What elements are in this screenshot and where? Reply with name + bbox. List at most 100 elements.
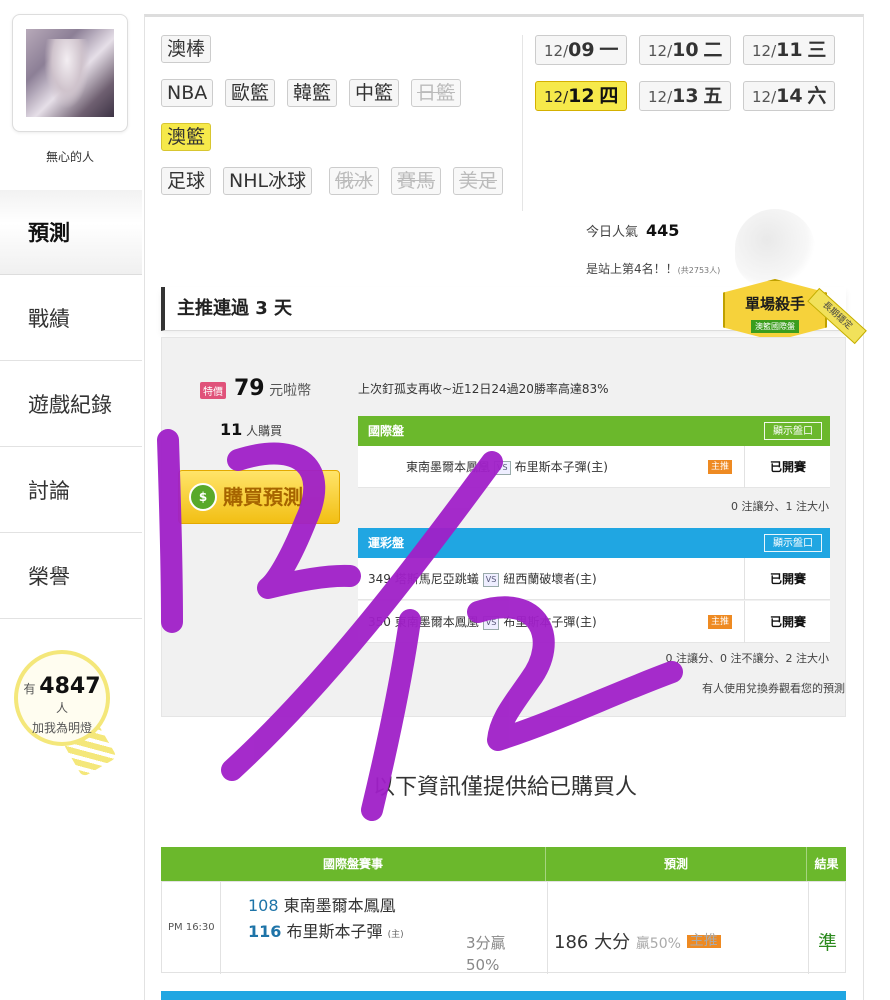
- date-tab-12-10[interactable]: 12/10 二: [639, 35, 732, 65]
- lamp-text: 加我為明燈: [31, 721, 92, 735]
- prediction-percent: 贏50%: [635, 936, 681, 952]
- sport-tag-soccer[interactable]: 足球: [161, 167, 212, 195]
- vs-icon: VS: [482, 616, 500, 630]
- sidebar: 無心的人 預測 戰績 遊戲紀錄 討論 榮譽 有 4847 人 加我為明燈: [0, 0, 142, 1000]
- match: 349 塔斯馬尼亞跳蟻 VS 紐西蘭破壞者(主): [368, 558, 597, 600]
- lamp-suffix: 人: [55, 701, 68, 715]
- vs-icon: VS: [494, 461, 511, 475]
- buy-button-label: 購買預測: [223, 485, 303, 509]
- lottery-table-title: 運彩盤: [368, 536, 405, 550]
- sport-tag-nhl[interactable]: NHL冰球: [223, 167, 313, 195]
- divider: [808, 882, 809, 974]
- date-weekday: 五: [703, 85, 723, 107]
- lamp-count-value: 4847: [39, 674, 101, 699]
- team-2-number: 116: [248, 922, 282, 941]
- date-month: 12/: [648, 42, 673, 60]
- user-name[interactable]: 無心的人: [0, 148, 140, 165]
- match-number: 349: [368, 572, 391, 586]
- buy-prediction-button[interactable]: $ 購買預測: [178, 470, 340, 524]
- table-row: PM 16:30 108 東南墨爾本鳳凰 116 布里斯本子彈 (主) 3分贏 …: [161, 881, 846, 974]
- team-1-number: 108: [248, 896, 279, 915]
- purchasers-only-notice: 以下資訊僅提供給已購買人: [372, 775, 637, 800]
- buyers-count: 11: [220, 420, 243, 439]
- special-price-tag: 特價: [200, 382, 226, 399]
- intl-note: 0 注讓分、1 注大小: [731, 500, 829, 513]
- date-month: 12/: [544, 42, 569, 60]
- spread-text: 3分贏: [466, 934, 506, 952]
- date-tab-12-11[interactable]: 12/11 三: [743, 35, 836, 65]
- intl-table-header: 國際盤 顯示盤口: [358, 416, 830, 446]
- home-team: 東南墨爾本鳳凰: [406, 460, 491, 474]
- match-time: PM 16:30: [168, 922, 215, 933]
- match: 350 東南墨爾本鳳凰 VS 布里斯本子彈(主): [368, 601, 597, 643]
- price: 79 元啦幣: [234, 376, 311, 401]
- date-tab-12-09[interactable]: 12/09 一: [535, 35, 628, 65]
- background-decoration: [735, 209, 815, 287]
- date-day: 11: [776, 39, 803, 61]
- date-tab-12-13[interactable]: 12/13 五: [639, 81, 732, 111]
- date-month: 12/: [648, 88, 673, 106]
- prediction-panel: 特價 79 元啦幣 11 人購買 $ 購買預測 上次釘孤支再收~近12日24過2…: [161, 337, 846, 717]
- main-pick-tag: 主推: [708, 460, 733, 474]
- coupon-note: 有人使用兌換券觀看您的預測: [702, 682, 845, 695]
- date-day: 14: [776, 85, 803, 107]
- date-day: 12: [568, 85, 595, 107]
- col-match: 國際盤賽事: [161, 847, 546, 881]
- home-team: 東南墨爾本鳳凰: [394, 615, 479, 629]
- record-summary: 上次釘孤支再收~近12日24過20勝率高達83%: [358, 382, 609, 396]
- team-2: 116 布里斯本子彈 (主): [248, 918, 404, 942]
- vs-icon: VS: [482, 573, 500, 587]
- nav-item-record[interactable]: 戰績: [0, 276, 142, 361]
- avatar[interactable]: [26, 29, 114, 117]
- divider: [522, 35, 523, 211]
- prediction-value: 186 大分: [554, 932, 631, 953]
- sport-tag-aus-basketball[interactable]: 澳籃: [161, 123, 212, 151]
- sport-tag-china-basketball[interactable]: 中籃: [349, 79, 400, 107]
- sport-tag-russia-hockey: 俄冰: [329, 167, 380, 195]
- lottery-note: 0 注讓分、0 注不讓分、2 注大小: [665, 652, 830, 665]
- away-team: 布里斯本子彈(主): [503, 615, 597, 629]
- show-odds-button[interactable]: 顯示盤口: [764, 422, 822, 440]
- follow-lamp-button[interactable]: 有 4847 人 加我為明燈: [14, 650, 110, 746]
- result-badge: 準: [818, 932, 838, 954]
- home-team: 塔斯馬尼亞跳蟻: [394, 572, 479, 586]
- rank: 是站上第4名！！(共2753人): [586, 260, 720, 277]
- price-unit: 元啦幣: [269, 383, 312, 399]
- lottery-table-header: 運彩盤 顯示盤口: [358, 528, 830, 558]
- popularity-label: 今日人氣: [586, 225, 639, 240]
- nav-item-game-log[interactable]: 遊戲紀錄: [0, 362, 142, 447]
- avatar-card[interactable]: [12, 14, 128, 132]
- sport-tag-aus-baseball[interactable]: 澳棒: [161, 35, 212, 63]
- status-badge: 已開賽: [769, 615, 806, 629]
- date-weekday: 一: [599, 39, 619, 61]
- team-1: 108 東南墨爾本鳳凰: [248, 892, 396, 916]
- divider: [744, 601, 745, 643]
- sport-tag-korea-basketball[interactable]: 韓籃: [287, 79, 338, 107]
- date-tab-12-14[interactable]: 12/14 六: [743, 81, 836, 111]
- sport-tag-nba[interactable]: NBA: [161, 79, 214, 107]
- show-odds-button[interactable]: 顯示盤口: [764, 534, 822, 552]
- date-weekday: 四: [599, 85, 619, 107]
- divider: [744, 446, 745, 488]
- date-month: 12/: [752, 88, 777, 106]
- divider: [220, 882, 221, 974]
- main-pick-tag: 主推: [708, 615, 733, 629]
- date-day: 10: [672, 39, 699, 61]
- main-pick-tag: 主推: [686, 934, 721, 948]
- nav-item-honor[interactable]: 榮譽: [0, 534, 142, 619]
- sport-tag-horse-racing: 賽馬: [391, 167, 442, 195]
- lamp-count: 有 4847 人: [18, 674, 106, 716]
- date-month: 12/: [752, 42, 777, 60]
- col-prediction: 預測: [546, 847, 807, 881]
- date-day: 09: [568, 39, 595, 61]
- sport-tag-euro-basketball[interactable]: 歐籃: [225, 79, 276, 107]
- rank-text: 是站上第4名！！: [586, 262, 678, 276]
- nav-item-discussion[interactable]: 討論: [0, 448, 142, 533]
- table-row: 349 塔斯馬尼亞跳蟻 VS 紐西蘭破壞者(主) 已開賽: [358, 558, 830, 600]
- nav-item-predict[interactable]: 預測: [0, 190, 142, 275]
- date-tab-12-12[interactable]: 12/12 四: [535, 81, 628, 111]
- match-number: 350: [368, 615, 391, 629]
- away-team: 布里斯本子彈(主): [514, 460, 608, 474]
- lamp-prefix: 有: [23, 682, 36, 696]
- away-team: 紐西蘭破壞者(主): [503, 572, 597, 586]
